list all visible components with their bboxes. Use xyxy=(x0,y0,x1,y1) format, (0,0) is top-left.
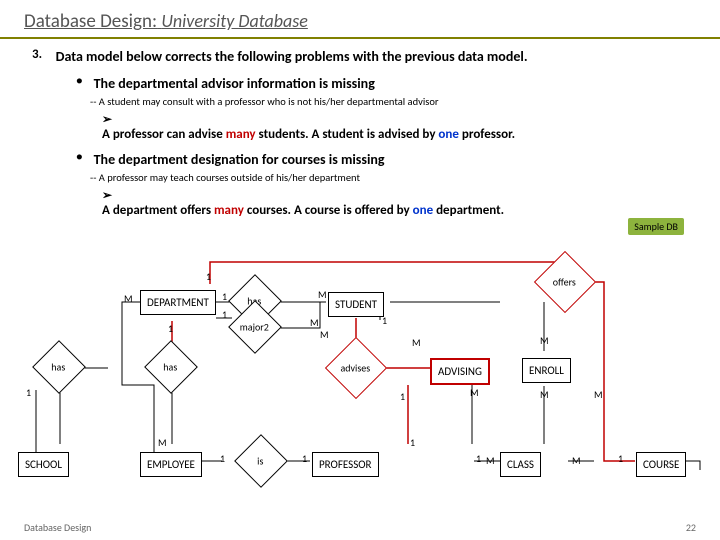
card-M: M xyxy=(540,388,549,401)
entity-advising: ADVISING xyxy=(430,358,490,385)
bullet-2-dash: -- A professor may teach courses outside… xyxy=(90,171,696,184)
slide-header: Database Design: University Database xyxy=(0,0,720,39)
card-M: M xyxy=(310,316,319,329)
er-diagram: DEPARTMENT has STUDENT major2 has has ad… xyxy=(0,256,720,501)
card-1: 1 xyxy=(400,390,405,403)
entity-course: COURSE xyxy=(636,452,686,477)
bullet-2-arrow-text: A department offers many courses. A cour… xyxy=(102,203,682,218)
card-1: 1 xyxy=(382,314,387,327)
card-M: M xyxy=(158,436,167,449)
card-1: 1 xyxy=(206,270,211,283)
rel-advises: advises xyxy=(325,337,387,399)
rel-is: is xyxy=(234,434,288,488)
card-M: M xyxy=(124,292,133,305)
sample-db-badge[interactable]: Sample DB xyxy=(628,218,684,235)
card-M: M xyxy=(412,336,421,349)
bullet-1-dash: -- A student may consult with a professo… xyxy=(90,95,696,108)
arrow-icon xyxy=(102,188,118,203)
point-number: 3. xyxy=(32,47,52,62)
rel-has-mid: has xyxy=(144,340,198,394)
card-M: M xyxy=(470,386,479,399)
card-M: M xyxy=(572,454,581,467)
entity-department: DEPARTMENT xyxy=(140,290,216,315)
card-M: M xyxy=(320,328,329,341)
card-1: 1 xyxy=(26,386,31,399)
bullet-2-arrow: A department offers many courses. A cour… xyxy=(102,188,696,218)
bullet-icon xyxy=(76,150,90,163)
bullet-1-arrow-text: A professor can advise many students. A … xyxy=(102,127,682,142)
point-text: Data model below corrects the following … xyxy=(56,48,696,65)
card-1: 1 xyxy=(220,452,225,465)
card-1: 1 xyxy=(476,452,481,465)
card-1: 1 xyxy=(168,322,173,335)
content-area: 3. Data model below corrects the followi… xyxy=(0,39,720,218)
bullet-2: The department designation for courses i… xyxy=(76,150,696,169)
card-M: M xyxy=(318,288,327,301)
rel-has-left: has xyxy=(32,340,86,394)
rel-offers: offers xyxy=(534,251,596,313)
bullet-1-arrow: A professor can advise many students. A … xyxy=(102,112,696,142)
bullet-2-title: The department designation for courses i… xyxy=(94,151,385,168)
card-1: 1 xyxy=(302,452,307,465)
entity-school: SCHOOL xyxy=(18,452,69,477)
title-sub: University Database xyxy=(161,10,308,32)
card-M: M xyxy=(486,454,495,467)
entity-enroll: ENROLL xyxy=(522,358,571,383)
bullet-1: The departmental advisor information is … xyxy=(76,74,696,93)
card-M: M xyxy=(594,388,603,401)
card-M: M xyxy=(540,334,549,347)
bullet-icon xyxy=(76,74,90,87)
entity-professor: PROFESSOR xyxy=(312,452,379,477)
footer-left: Database Design xyxy=(24,521,91,534)
entity-student: STUDENT xyxy=(328,292,384,317)
title-main: Database Design: xyxy=(24,10,157,33)
card-1: 1 xyxy=(618,452,623,465)
bullet-1-title: The departmental advisor information is … xyxy=(94,75,375,92)
entity-employee: EMPLOYEE xyxy=(140,452,202,477)
card-1: 1 xyxy=(222,308,227,321)
footer-right: 22 xyxy=(686,521,696,534)
entity-class: CLASS xyxy=(500,452,541,477)
arrow-icon xyxy=(102,112,118,127)
card-1: 1 xyxy=(410,436,415,449)
card-1: 1 xyxy=(222,290,227,303)
